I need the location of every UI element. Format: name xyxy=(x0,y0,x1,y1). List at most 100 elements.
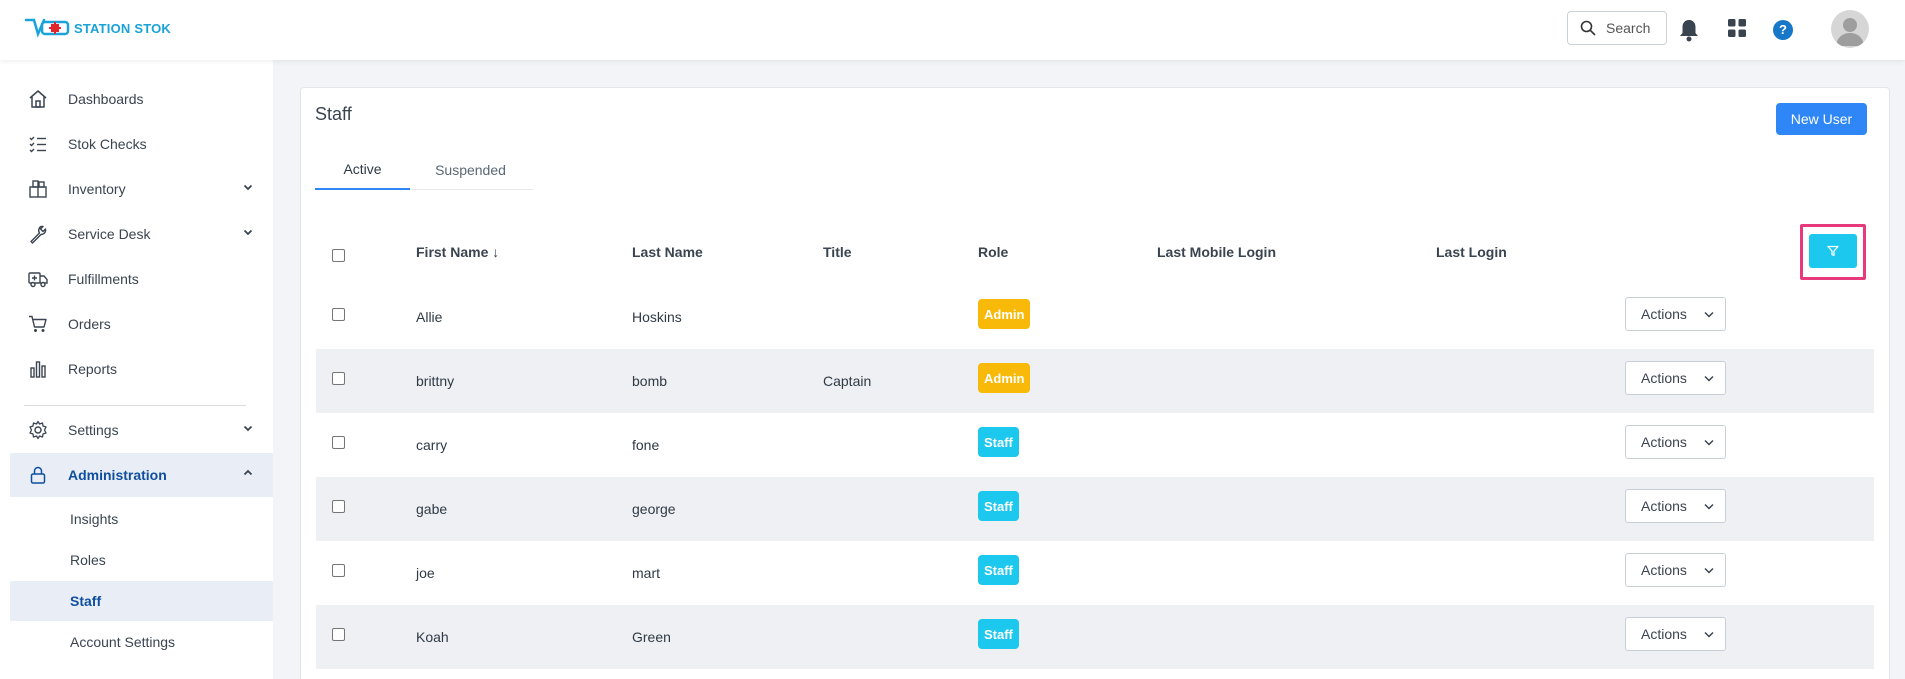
chevron-down-icon xyxy=(243,229,253,236)
new-user-button[interactable]: New User xyxy=(1776,103,1867,135)
chevron-down-icon xyxy=(243,184,253,191)
row-checkbox[interactable] xyxy=(332,564,345,577)
station-stok-logo-icon xyxy=(24,18,70,38)
cell-last-name: mart xyxy=(632,565,660,581)
bell-icon[interactable] xyxy=(1678,18,1700,42)
cell-last-name: bomb xyxy=(632,373,668,389)
select-all-checkbox[interactable] xyxy=(332,249,345,262)
row-checkbox[interactable] xyxy=(332,308,345,321)
role-badge: Staff xyxy=(978,555,1019,585)
cell-first-name: Allie xyxy=(416,309,443,325)
cell-last-name: Hoskins xyxy=(632,309,682,325)
cell-first-name: carry xyxy=(416,437,448,453)
chevron-down-icon xyxy=(1704,375,1714,382)
top-bar: STATION STOK Search ? xyxy=(0,0,1905,60)
sidebar-item-fulfillments[interactable]: Fulfillments xyxy=(10,257,273,301)
sidebar-subitem-insights[interactable]: Insights xyxy=(10,499,273,539)
filter-icon xyxy=(1827,245,1839,257)
sidebar-item-label: Reports xyxy=(68,361,118,377)
column-title[interactable]: Title xyxy=(823,244,852,260)
table-header: First Name ↓ Last Name Title Role Last M… xyxy=(316,222,1874,286)
actions-label: Actions xyxy=(1641,370,1687,386)
tab-suspended[interactable]: Suspended xyxy=(418,150,523,190)
sidebar-item-label: Inventory xyxy=(68,181,126,197)
cell-first-name: gabe xyxy=(416,501,448,517)
row-checkbox[interactable] xyxy=(332,436,345,449)
actions-label: Actions xyxy=(1641,498,1687,514)
column-role[interactable]: Role xyxy=(978,244,1008,260)
sidebar-subitem-roles[interactable]: Roles xyxy=(10,540,273,580)
column-last-name[interactable]: Last Name xyxy=(632,244,703,260)
sidebar-subitem-label: Staff xyxy=(70,593,102,609)
search-button[interactable]: Search xyxy=(1567,11,1667,45)
cell-first-name: Koah xyxy=(416,629,449,645)
wrench-icon xyxy=(30,225,47,244)
filter-button[interactable] xyxy=(1809,234,1857,268)
table-row: joe mart Staff Actions xyxy=(316,541,1874,605)
actions-label: Actions xyxy=(1641,626,1687,642)
role-badge: Admin xyxy=(978,299,1031,329)
sidebar-item-label: Fulfillments xyxy=(68,271,139,287)
checklist-icon xyxy=(29,136,46,153)
actions-label: Actions xyxy=(1641,562,1687,578)
column-first-name[interactable]: First Name ↓ xyxy=(416,244,499,260)
chevron-up-icon xyxy=(243,469,253,476)
chevron-down-icon xyxy=(243,425,253,432)
sidebar-subitem-account-settings[interactable]: Account Settings xyxy=(10,622,273,662)
search-label: Search xyxy=(1606,20,1651,36)
chevron-down-icon xyxy=(1704,439,1714,446)
column-last-login[interactable]: Last Login xyxy=(1436,244,1507,260)
actions-dropdown[interactable]: Actions xyxy=(1625,617,1726,651)
cell-title: Captain xyxy=(823,373,872,389)
column-last-mobile-login[interactable]: Last Mobile Login xyxy=(1157,244,1276,260)
tab-active[interactable]: Active xyxy=(315,150,410,190)
sidebar-item-label: Service Desk xyxy=(68,226,151,242)
actions-dropdown[interactable]: Actions xyxy=(1625,553,1726,587)
actions-dropdown[interactable]: Actions xyxy=(1625,489,1726,523)
sidebar-item-orders[interactable]: Orders xyxy=(10,302,273,346)
role-badge: Staff xyxy=(978,619,1019,649)
cell-last-name: george xyxy=(632,501,676,517)
sidebar-item-administration[interactable]: Administration xyxy=(10,453,273,497)
staff-tabs: Active Suspended xyxy=(315,150,533,190)
sidebar-item-service-desk[interactable]: Service Desk xyxy=(10,212,273,256)
chevron-down-icon xyxy=(1704,567,1714,574)
cell-first-name: joe xyxy=(416,565,435,581)
role-badge: Staff xyxy=(978,427,1019,457)
sidebar-item-dashboards[interactable]: Dashboards xyxy=(10,77,273,121)
brand-logo[interactable]: STATION STOK xyxy=(24,16,171,40)
bar-chart-icon xyxy=(30,361,46,378)
sidebar-item-reports[interactable]: Reports xyxy=(10,347,273,391)
avatar-icon xyxy=(1836,18,1864,46)
cart-icon xyxy=(29,315,47,332)
table-row: Koah Green Staff Actions xyxy=(316,605,1874,669)
row-checkbox[interactable] xyxy=(332,372,345,385)
gear-icon xyxy=(29,420,47,440)
actions-dropdown[interactable]: Actions xyxy=(1625,361,1726,395)
chevron-down-icon xyxy=(1704,631,1714,638)
actions-dropdown[interactable]: Actions xyxy=(1625,297,1726,331)
sidebar-subitem-staff[interactable]: Staff xyxy=(10,581,273,621)
apps-grid-icon[interactable] xyxy=(1727,18,1747,38)
sidebar-item-label: Settings xyxy=(68,422,119,438)
user-avatar[interactable] xyxy=(1831,10,1869,48)
sidebar-item-inventory[interactable]: Inventory xyxy=(10,167,273,211)
search-icon xyxy=(1580,20,1596,36)
brand-name: STATION STOK xyxy=(74,20,172,36)
help-icon[interactable]: ? xyxy=(1773,20,1793,40)
row-checkbox[interactable] xyxy=(332,628,345,641)
sidebar-item-settings[interactable]: Settings xyxy=(10,408,273,452)
actions-label: Actions xyxy=(1641,434,1687,450)
sidebar-item-label: Stok Checks xyxy=(68,136,147,152)
sidebar-divider xyxy=(24,405,246,406)
role-badge: Staff xyxy=(978,491,1019,521)
sidebar-subitem-label: Insights xyxy=(70,511,119,527)
row-checkbox[interactable] xyxy=(332,500,345,513)
sidebar-item-stok-checks[interactable]: Stok Checks xyxy=(10,122,273,166)
table-row: brittny bomb Captain Admin Actions xyxy=(316,349,1874,413)
page-title: Staff xyxy=(315,104,352,124)
sidebar-item-label: Dashboards xyxy=(68,91,144,107)
sidebar-item-label: Administration xyxy=(68,467,167,483)
actions-dropdown[interactable]: Actions xyxy=(1625,425,1726,459)
home-icon xyxy=(29,90,47,108)
